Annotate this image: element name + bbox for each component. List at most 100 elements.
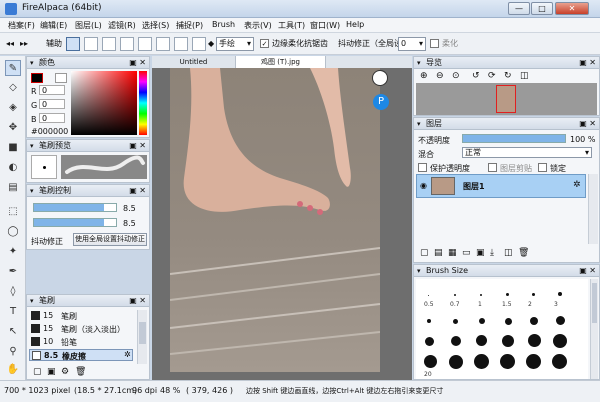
layer-row[interactable]: ◉ 图层1 ✲ bbox=[416, 174, 586, 198]
maximize-button[interactable]: □ bbox=[531, 2, 553, 15]
minimize-button[interactable]: — bbox=[508, 2, 530, 15]
brush-size-dot[interactable] bbox=[558, 292, 562, 296]
list-item[interactable]: 8.5 橡皮擦 ✲ bbox=[29, 349, 133, 361]
brush-size-scrollbar[interactable] bbox=[590, 279, 598, 379]
menu-filter[interactable]: 滤镜(R) bbox=[108, 20, 136, 31]
new-1bit-layer-icon[interactable]: ▦ bbox=[448, 248, 457, 258]
hue-slider[interactable] bbox=[139, 71, 147, 135]
list-item[interactable]: 10 铅笔 bbox=[29, 336, 133, 348]
use-global-settings-button[interactable]: 使用全局设置抖动修正 bbox=[73, 233, 147, 246]
navigator-viewport[interactable] bbox=[496, 85, 516, 113]
new-8bit-layer-icon[interactable]: ▤ bbox=[434, 248, 443, 258]
move-tool-icon[interactable]: ✥ bbox=[5, 120, 21, 136]
rotate-right-icon[interactable]: ↻ bbox=[504, 71, 512, 81]
collapse-icon[interactable]: ▾ bbox=[417, 58, 421, 69]
snap-radial-icon[interactable] bbox=[138, 37, 152, 51]
menu-edit[interactable]: 编辑(E) bbox=[40, 20, 67, 31]
gradient-tool-icon[interactable]: ▤ bbox=[5, 180, 21, 196]
handdraw-select[interactable]: 手绘 bbox=[216, 37, 254, 51]
brush-size-dot[interactable] bbox=[552, 354, 567, 369]
panel-close-icon[interactable]: ▣ ✕ bbox=[579, 118, 596, 129]
tab-untitled[interactable]: Untitled bbox=[152, 56, 236, 68]
brush-size-dot[interactable] bbox=[474, 354, 489, 369]
primary-color-swatch[interactable] bbox=[31, 73, 43, 83]
brush-tool-icon[interactable]: ✎ bbox=[5, 60, 21, 76]
brush-size-dot[interactable] bbox=[530, 317, 538, 325]
zoom-out-icon[interactable]: ⊖ bbox=[436, 71, 444, 81]
brush-size-dot[interactable] bbox=[502, 335, 514, 347]
brush-size-dot[interactable] bbox=[425, 337, 434, 346]
brush-size-dot[interactable] bbox=[454, 294, 456, 296]
stabilizer-select[interactable]: 0 bbox=[398, 37, 426, 51]
brush-list-scrollbar[interactable] bbox=[137, 310, 147, 364]
gear-icon[interactable]: ✲ bbox=[124, 350, 131, 359]
collapse-icon[interactable]: ▾ bbox=[30, 58, 34, 69]
brush-size-dot[interactable] bbox=[500, 354, 515, 369]
select-pen-icon[interactable]: ✒ bbox=[5, 264, 21, 280]
panel-close-icon[interactable]: ▣ ✕ bbox=[579, 57, 596, 68]
clipping-checkbox[interactable] bbox=[488, 163, 497, 172]
brush-size-dot[interactable] bbox=[480, 294, 482, 296]
rotate-left-icon[interactable]: ↺ bbox=[472, 71, 480, 81]
dot-tool-icon[interactable]: ◈ bbox=[5, 100, 21, 116]
rotate-reset-icon[interactable]: ⟳ bbox=[488, 71, 496, 81]
brush-size-dot[interactable] bbox=[528, 334, 541, 347]
collapse-icon[interactable]: ▾ bbox=[30, 186, 34, 197]
secondary-color-swatch[interactable] bbox=[55, 73, 67, 83]
brush-size-dot[interactable] bbox=[427, 319, 431, 323]
brush-size-dot[interactable] bbox=[479, 318, 485, 324]
brush-size-dot[interactable] bbox=[553, 334, 567, 348]
operation-tool-icon[interactable]: ↖ bbox=[5, 324, 21, 340]
menu-window[interactable]: 窗口(W) bbox=[310, 20, 340, 31]
layer-opacity-slider[interactable] bbox=[462, 134, 566, 143]
layer-list-scrollbar[interactable] bbox=[588, 174, 598, 244]
eraser-tool-icon[interactable]: ◇ bbox=[5, 80, 21, 96]
brush-size-dot[interactable] bbox=[424, 355, 437, 368]
fill-tool-icon[interactable]: ■ bbox=[5, 140, 21, 156]
navigator-preview[interactable] bbox=[416, 83, 597, 115]
brush-size-dot[interactable] bbox=[532, 293, 535, 296]
color-square[interactable] bbox=[71, 71, 137, 135]
delete-layer-icon[interactable]: 🗑 bbox=[518, 248, 529, 258]
select-eraser-icon[interactable]: ◊ bbox=[5, 284, 21, 300]
eyedropper-tool-icon[interactable]: ⚲ bbox=[5, 344, 21, 360]
collapse-icon[interactable]: ▾ bbox=[417, 266, 421, 277]
opacity-slider[interactable] bbox=[33, 218, 117, 227]
menu-layer[interactable]: 图层(L) bbox=[75, 20, 102, 31]
soften-checkbox[interactable] bbox=[430, 39, 439, 48]
brush-size-grid[interactable]: 0.5 0.7 1 1.5 2 3 20 bbox=[416, 279, 588, 379]
prev-icon[interactable]: ◂◂ bbox=[6, 37, 14, 51]
menu-tools[interactable]: 工具(T) bbox=[278, 20, 305, 31]
zoom-in-icon[interactable]: ⊕ bbox=[420, 71, 428, 81]
menu-snap[interactable]: 捕捉(P) bbox=[176, 20, 203, 31]
snap-circle-icon[interactable] bbox=[156, 37, 170, 51]
new-layer-icon[interactable]: ▢ bbox=[420, 248, 429, 258]
eye-icon[interactable]: ◉ bbox=[420, 181, 427, 190]
bucket-tool-icon[interactable]: ◐ bbox=[5, 160, 21, 176]
add-brush-icon[interactable]: ▢ bbox=[33, 367, 42, 377]
clear-layer-icon[interactable]: ◫ bbox=[504, 248, 513, 258]
b-input[interactable]: 0 bbox=[39, 113, 65, 123]
hand-tool-icon[interactable]: ✋ bbox=[5, 362, 21, 378]
antialias-checkbox[interactable]: ✓ bbox=[260, 39, 269, 48]
lasso-tool-icon[interactable]: ◯ bbox=[5, 224, 21, 240]
list-item[interactable]: 15 笔刷（淡入淡出） bbox=[29, 323, 133, 335]
brush-size-dot[interactable] bbox=[453, 319, 458, 324]
snap-grid-icon[interactable] bbox=[102, 37, 116, 51]
duplicate-brush-icon[interactable]: ▣ bbox=[47, 367, 56, 377]
merge-down-icon[interactable]: ⤓ bbox=[490, 248, 494, 258]
size-slider[interactable] bbox=[33, 203, 117, 212]
collapse-icon[interactable]: ▾ bbox=[417, 119, 421, 130]
next-icon[interactable]: ▸▸ bbox=[20, 37, 28, 51]
settings-brush-icon[interactable]: ⚙ bbox=[61, 367, 69, 377]
menu-color[interactable]: Brush bbox=[212, 20, 235, 29]
menu-file[interactable]: 档案(F) bbox=[8, 20, 35, 31]
brush-size-dot[interactable] bbox=[505, 318, 512, 325]
duplicate-layer-icon[interactable]: ▣ bbox=[476, 248, 485, 258]
new-folder-icon[interactable]: ▭ bbox=[462, 248, 471, 258]
panel-close-icon[interactable]: ▣ ✕ bbox=[129, 57, 146, 68]
snap-off-icon[interactable] bbox=[66, 37, 80, 51]
r-input[interactable]: 0 bbox=[39, 85, 65, 95]
brush-size-dot[interactable] bbox=[428, 295, 429, 296]
snap-settings-icon[interactable] bbox=[192, 37, 206, 51]
